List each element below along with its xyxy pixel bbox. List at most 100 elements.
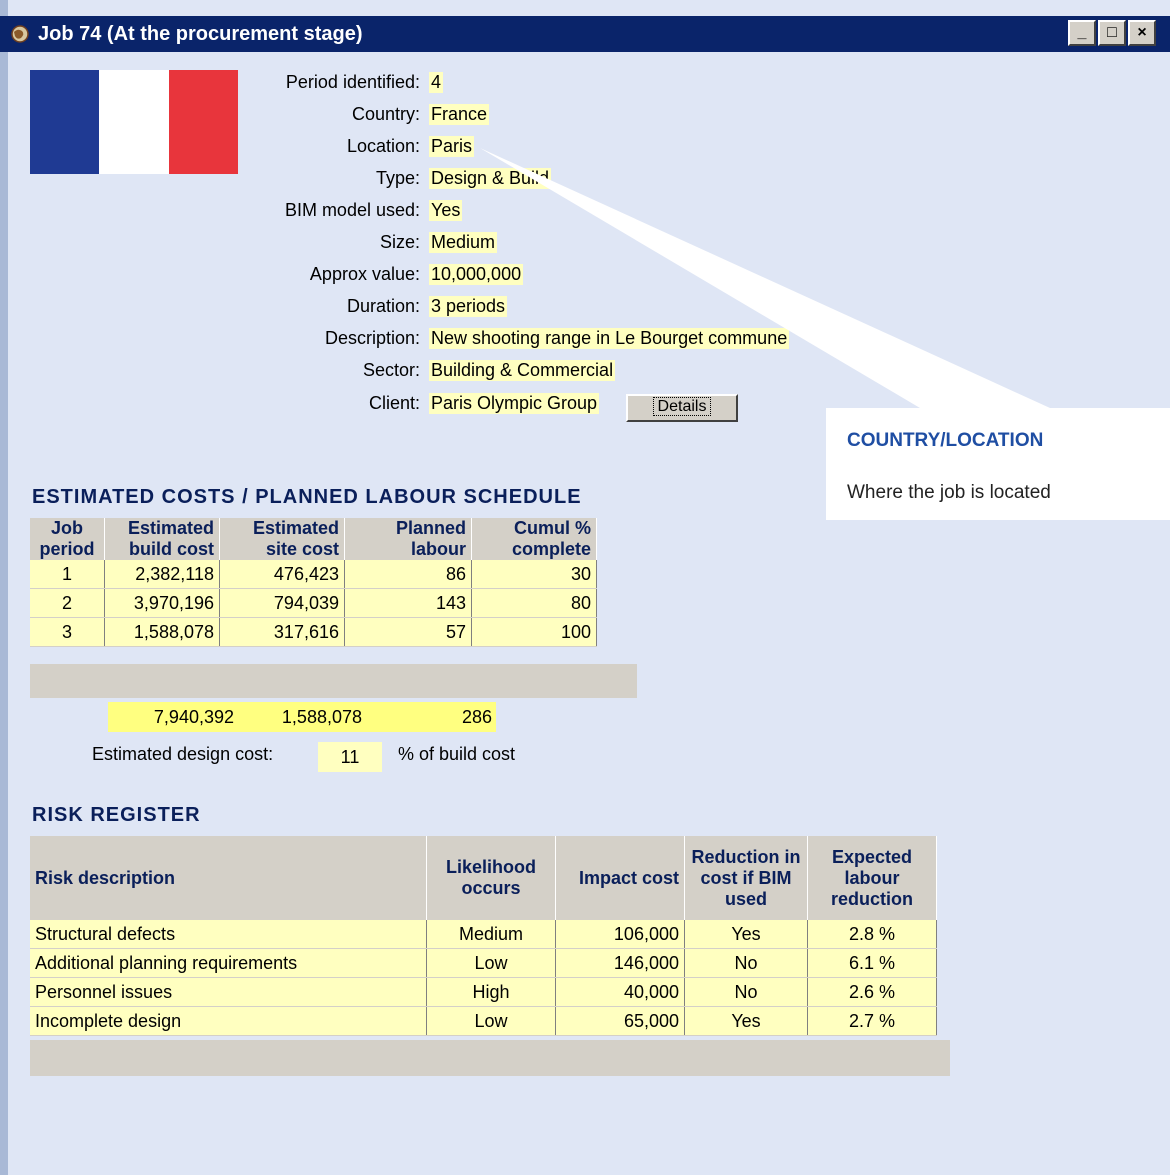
costs-heading: ESTIMATED COSTS / PLANNED LABOUR SCHEDUL… [32,486,582,508]
col-bim-reduction: Reduction in cost if BIM used [684,836,808,920]
cell: 30 [471,560,597,589]
cell: Low [426,948,556,978]
close-button[interactable]: × [1128,20,1156,46]
table-row: Personnel issues High 40,000 No 2.6 % [30,977,937,1007]
approx-value: 10,000,000 [429,264,524,285]
cell: Structural defects [30,920,427,949]
cell: 1 [30,560,105,589]
sector-label: Sector: [362,360,420,380]
size-value: Medium [429,232,498,253]
total-planned-labour: 286 [366,702,496,732]
cell: 2.6 % [807,977,937,1007]
cell: 2,382,118 [104,560,220,589]
client-value: Paris Olympic Group [429,393,600,414]
table-row: 1 2,382,118 476,423 86 30 [30,560,597,589]
cell: Low [426,1006,556,1036]
col-build-cost: Estimated build cost [104,518,220,560]
bim-value: Yes [429,200,463,221]
total-build-cost: 7,940,392 [108,702,238,732]
costs-table-empty-area [30,664,637,698]
table-row: 3 1,588,078 317,616 57 100 [30,617,597,647]
cell: 2 [30,588,105,618]
details-button-label: Details [652,397,712,416]
design-cost-value: 11 [318,742,382,772]
title-bar[interactable]: Job 74 (At the procurement stage) _ □ × [0,16,1170,52]
type-value: Design & Build [429,168,552,189]
size-label: Size: [379,232,420,252]
cell: 794,039 [219,588,345,618]
cell: 80 [471,588,597,618]
col-likelihood: Likelihood occurs [426,836,556,920]
period-value: 4 [429,72,444,93]
risk-header-row: Risk description Likelihood occurs Impac… [30,836,937,920]
window-title: Job 74 (At the procurement stage) [38,23,363,45]
cell: Personnel issues [30,977,427,1007]
col-labour-reduction: Expected labour reduction [807,836,937,920]
table-row: Structural defects Medium 106,000 Yes 2.… [30,920,937,949]
location-label: Location: [346,136,420,156]
country-value: France [429,104,490,125]
costs-header-row: Job period Estimated build cost Estimated s… [30,518,597,560]
minimize-button[interactable]: _ [1068,20,1096,46]
cell: No [684,948,808,978]
design-cost-label: Estimated design cost: [92,744,274,764]
description-label: Description: [324,328,420,348]
risk-heading: RISK REGISTER [32,804,201,826]
cell: No [684,977,808,1007]
help-callout: COUNTRY/LOCATION Where the job is locate… [826,408,1170,520]
cell: 3 [30,617,105,647]
client-label: Client: [368,393,420,413]
cell: 143 [344,588,472,618]
risk-table: Risk description Likelihood occurs Impac… [30,836,937,1036]
cell: 65,000 [555,1006,685,1036]
cell: Additional planning requirements [30,948,427,978]
cell: High [426,977,556,1007]
type-label: Type: [375,168,420,188]
period-label: Period identified: [285,72,420,92]
costs-table: Job period Estimated build cost Estimated s… [30,518,597,647]
sector-value: Building & Commercial [429,360,616,381]
bim-label: BIM model used: [284,200,420,220]
country-flag-image [30,70,238,174]
cell: 100 [471,617,597,647]
callout-heading: COUNTRY/LOCATION [847,430,1044,451]
total-site-cost: 1,588,078 [238,702,366,732]
details-button[interactable]: Details [626,394,738,422]
duration-label: Duration: [346,296,420,316]
location-value: Paris [429,136,475,157]
cell: Yes [684,920,808,949]
cell: 106,000 [555,920,685,949]
table-row: Additional planning requirements Low 146… [30,948,937,978]
value-label: Approx value: [309,264,420,284]
col-job-period: Job period [30,518,105,560]
cell: 317,616 [219,617,345,647]
col-risk-description: Risk description [30,836,427,920]
col-impact-cost: Impact cost [555,836,685,920]
risk-table-empty-area [30,1040,950,1076]
cell: 476,423 [219,560,345,589]
cell: 2.8 % [807,920,937,949]
table-row: 2 3,970,196 794,039 143 80 [30,588,597,618]
cell: 6.1 % [807,948,937,978]
cell: 2.7 % [807,1006,937,1036]
cell: 40,000 [555,977,685,1007]
cell: Incomplete design [30,1006,427,1036]
description-value: New shooting range in Le Bourget commune [429,328,790,349]
cell: 3,970,196 [104,588,220,618]
cell: 146,000 [555,948,685,978]
maximize-button[interactable]: □ [1098,20,1126,46]
design-cost-unit: % of build cost [398,744,516,764]
cell: 86 [344,560,472,589]
globe-icon [11,25,29,43]
duration-value: 3 periods [429,296,508,317]
callout-body: Where the job is located [847,482,1051,503]
col-site-cost: Estimated site cost [219,518,345,560]
cell: Yes [684,1006,808,1036]
country-label: Country: [351,104,420,124]
table-row: Incomplete design Low 65,000 Yes 2.7 % [30,1006,937,1036]
cell: 1,588,078 [104,617,220,647]
cell: 57 [344,617,472,647]
col-planned-labour: Planned labour [344,518,472,560]
col-cumul-complete: Cumul % complete [471,518,597,560]
cell: Medium [426,920,556,949]
